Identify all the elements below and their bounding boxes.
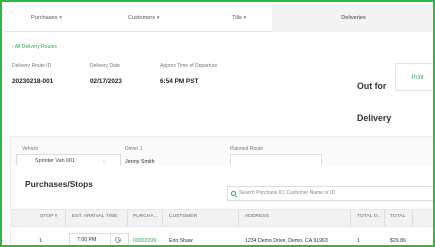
col-purchase[interactable]: PURCHA... xyxy=(133,214,158,219)
row-customer: Erin Shaw xyxy=(169,238,193,244)
stops-title: Purchases/Stops xyxy=(25,179,93,189)
route-id-value: 20230218-001 xyxy=(12,78,54,85)
nav-deliveries[interactable]: Deliveries xyxy=(272,4,433,32)
nav-customers-label: Customers xyxy=(128,15,156,21)
column-divider xyxy=(350,210,351,226)
nav-tills[interactable]: Tills▼ xyxy=(232,4,247,32)
row-stop: 1 xyxy=(39,238,42,244)
col-arrival[interactable]: EST. ARRIVAL TIME xyxy=(72,214,118,219)
all-delivery-routes-link[interactable]: ‹ All Delivery Routes xyxy=(12,44,57,50)
time-divider xyxy=(110,234,111,245)
caret-down-icon: ▼ xyxy=(242,15,248,20)
nav-purchases[interactable]: Purchases▼ xyxy=(31,4,63,32)
row-total-orders: 1 xyxy=(357,238,360,244)
arrival-time-value: 7:00 PM xyxy=(77,237,97,243)
column-divider xyxy=(65,210,66,226)
col-total-orders[interactable]: TOTAL O... xyxy=(357,214,382,219)
vehicle-label: Vehicle xyxy=(22,146,39,152)
row-address: 1234 Demo Drive, Demo, CA 91963 xyxy=(245,238,328,244)
app-frame: Purchases▼ Customers▼ Tills▼ Deliveries … xyxy=(0,0,435,247)
status-line-2: Delivery xyxy=(357,113,392,123)
caret-down-icon: ▼ xyxy=(156,15,161,20)
col-customer[interactable]: CUSTOMER xyxy=(169,214,197,219)
column-divider xyxy=(162,210,163,226)
search-icon xyxy=(231,191,236,196)
print-button[interactable]: Print xyxy=(395,63,433,91)
nav-deliveries-label: Deliveries xyxy=(341,15,366,21)
nav-customers[interactable]: Customers▼ xyxy=(128,4,161,32)
caret-down-icon: ▼ xyxy=(58,15,63,20)
column-divider xyxy=(238,210,239,226)
departure-time-value: 6:54 PM PST xyxy=(160,78,199,85)
row-total: $29.86 xyxy=(390,238,406,244)
nav-purchases-label: Purchases xyxy=(31,15,58,21)
column-divider xyxy=(127,210,128,226)
delivery-date-label: Delivery Date xyxy=(90,63,121,69)
top-nav: Purchases▼ Customers▼ Tills▼ Deliveries xyxy=(4,4,433,32)
search-placeholder: Search Purchase ID, Customer Name or ID xyxy=(239,190,336,196)
arrival-time-input[interactable]: 7:00 PM xyxy=(69,233,129,245)
col-address[interactable]: ADDRESS xyxy=(245,214,269,219)
column-divider xyxy=(384,210,385,226)
planned-route-label: Planned Route xyxy=(230,146,264,152)
driver-label: Driver 1 xyxy=(125,146,143,152)
departure-time-label: Approx Time of Departure xyxy=(160,63,218,69)
col-stop[interactable]: STOP # xyxy=(40,214,58,219)
clock-icon[interactable] xyxy=(115,237,121,243)
delivery-date-value: 02/17/2023 xyxy=(90,78,122,85)
row-purchase-link[interactable]: 00002099 xyxy=(133,238,156,244)
vehicle-select-value: Sprinter Van 001 xyxy=(35,158,76,164)
route-id-label: Delivery Route ID xyxy=(12,63,52,69)
status-line-1: Out for xyxy=(357,81,387,91)
stops-search-input[interactable]: Search Purchase ID, Customer Name or ID xyxy=(227,186,433,201)
nav-tills-label: Tills xyxy=(232,15,242,21)
col-total[interactable]: TOTAL xyxy=(390,214,406,219)
column-divider xyxy=(412,210,413,226)
